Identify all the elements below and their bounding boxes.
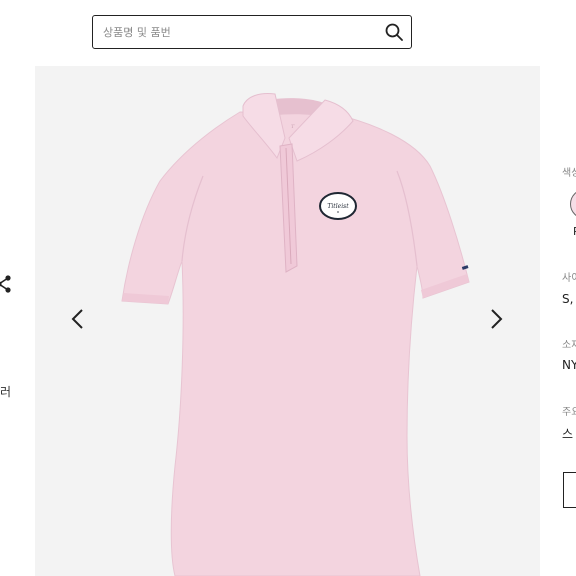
search-input[interactable] — [103, 20, 373, 44]
size-value: S, — [562, 292, 574, 306]
share-icon[interactable] — [0, 275, 12, 293]
search-button[interactable] — [383, 21, 405, 43]
search-bar — [92, 15, 412, 49]
chevron-right-icon — [491, 309, 503, 329]
notice-label: 주요 — [562, 407, 576, 418]
size-label: 사이즈 — [562, 273, 576, 284]
left-edge-text: 러 — [0, 385, 12, 399]
notice-value: 스 — [562, 427, 574, 441]
chevron-left-icon — [71, 309, 83, 329]
search-icon — [385, 23, 403, 41]
next-image-button[interactable] — [486, 306, 508, 332]
product-image: Titleist T — [121, 93, 470, 576]
option-select-box[interactable] — [563, 472, 576, 508]
prev-image-button[interactable] — [66, 306, 88, 332]
color-swatch[interactable] — [570, 189, 576, 219]
material-value: NY — [562, 358, 576, 372]
chest-logo-text: Titleist — [327, 203, 349, 210]
color-label: 색상 — [562, 168, 576, 179]
product-page: 러 Titleist T — [0, 0, 576, 576]
material-label: 소재 — [562, 340, 576, 351]
product-image-viewer: Titleist T — [35, 66, 540, 576]
